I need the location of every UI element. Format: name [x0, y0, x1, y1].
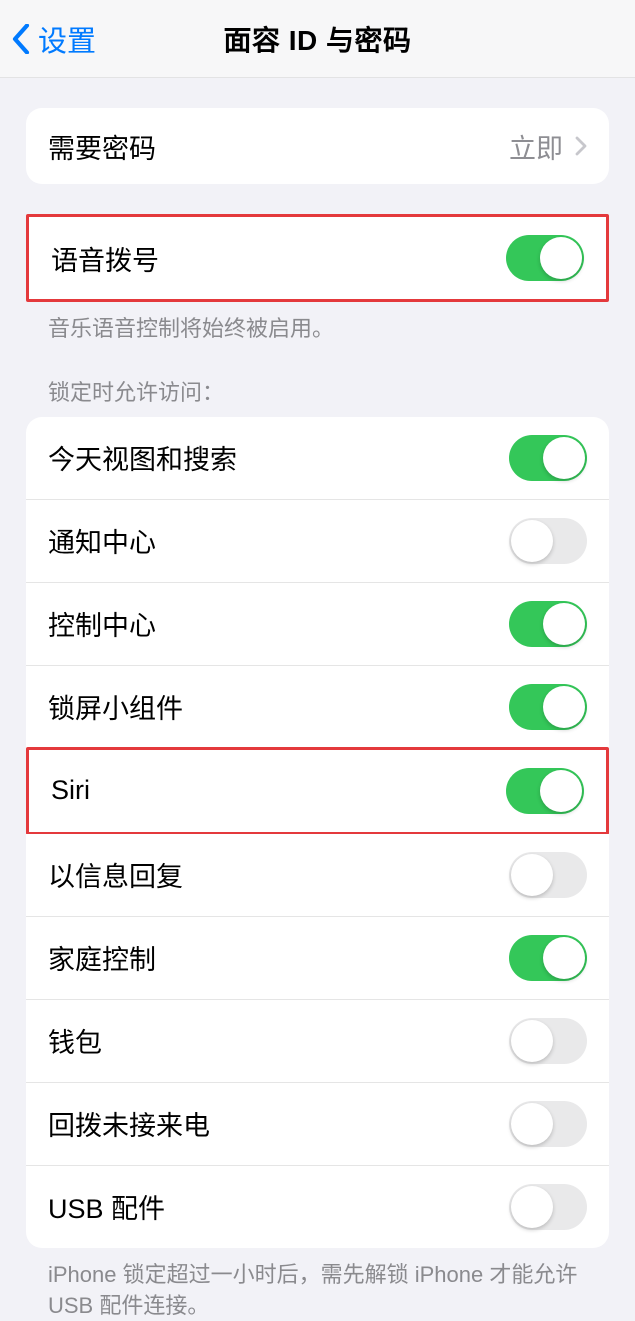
home-control-row: 家庭控制: [26, 917, 609, 1000]
voice-dial-highlight: 语音拨号: [26, 214, 609, 302]
wallet-toggle[interactable]: [509, 1018, 587, 1064]
locked-access-header: 锁定时允许访问：: [26, 345, 609, 417]
voice-dial-row: 语音拨号: [29, 217, 606, 299]
back-label: 设置: [38, 18, 96, 60]
control-center-label: 控制中心: [48, 604, 156, 643]
notification-center-row: 通知中心: [26, 500, 609, 583]
return-missed-calls-toggle[interactable]: [509, 1101, 587, 1147]
notification-center-label: 通知中心: [48, 521, 156, 560]
home-control-toggle[interactable]: [509, 935, 587, 981]
lockscreen-widgets-toggle[interactable]: [509, 684, 587, 730]
wallet-row: 钱包: [26, 1000, 609, 1083]
page-title: 面容 ID 与密码: [223, 19, 411, 59]
back-button[interactable]: 设置: [0, 18, 96, 60]
require-passcode-label: 需要密码: [48, 127, 156, 166]
today-view-row: 今天视图和搜索: [26, 417, 609, 500]
control-center-row: 控制中心: [26, 583, 609, 666]
siri-label: Siri: [51, 775, 90, 806]
today-view-toggle[interactable]: [509, 435, 587, 481]
reply-messages-toggle[interactable]: [509, 852, 587, 898]
siri-highlight: Siri: [26, 747, 609, 835]
lockscreen-widgets-label: 锁屏小组件: [48, 687, 183, 726]
today-view-label: 今天视图和搜索: [48, 438, 237, 477]
require-passcode-row[interactable]: 需要密码 立即: [26, 108, 609, 184]
notification-center-toggle[interactable]: [509, 518, 587, 564]
usb-accessories-row: USB 配件: [26, 1166, 609, 1248]
return-missed-calls-row: 回拨未接来电: [26, 1083, 609, 1166]
siri-row: Siri: [29, 750, 606, 832]
voice-dial-label: 语音拨号: [51, 239, 159, 278]
navigation-bar: 设置 面容 ID 与密码: [0, 0, 635, 78]
reply-messages-label: 以信息回复: [48, 855, 183, 894]
usb-footer: iPhone 锁定超过一小时后，需先解锁 iPhone 才能允许 USB 配件连…: [26, 1248, 609, 1321]
voice-dial-footer: 音乐语音控制将始终被启用。: [26, 302, 609, 345]
lockscreen-widgets-row: 锁屏小组件: [26, 666, 609, 748]
reply-messages-row: 以信息回复: [26, 834, 609, 917]
home-control-label: 家庭控制: [48, 938, 156, 977]
return-missed-calls-label: 回拨未接来电: [48, 1104, 210, 1143]
voice-dial-toggle[interactable]: [506, 235, 584, 281]
usb-accessories-toggle[interactable]: [509, 1184, 587, 1230]
require-passcode-value: 立即: [509, 127, 563, 166]
chevron-left-icon: [12, 24, 30, 54]
wallet-label: 钱包: [48, 1021, 102, 1060]
chevron-right-icon: [575, 136, 587, 156]
usb-accessories-label: USB 配件: [48, 1187, 165, 1226]
siri-toggle[interactable]: [506, 768, 584, 814]
control-center-toggle[interactable]: [509, 601, 587, 647]
